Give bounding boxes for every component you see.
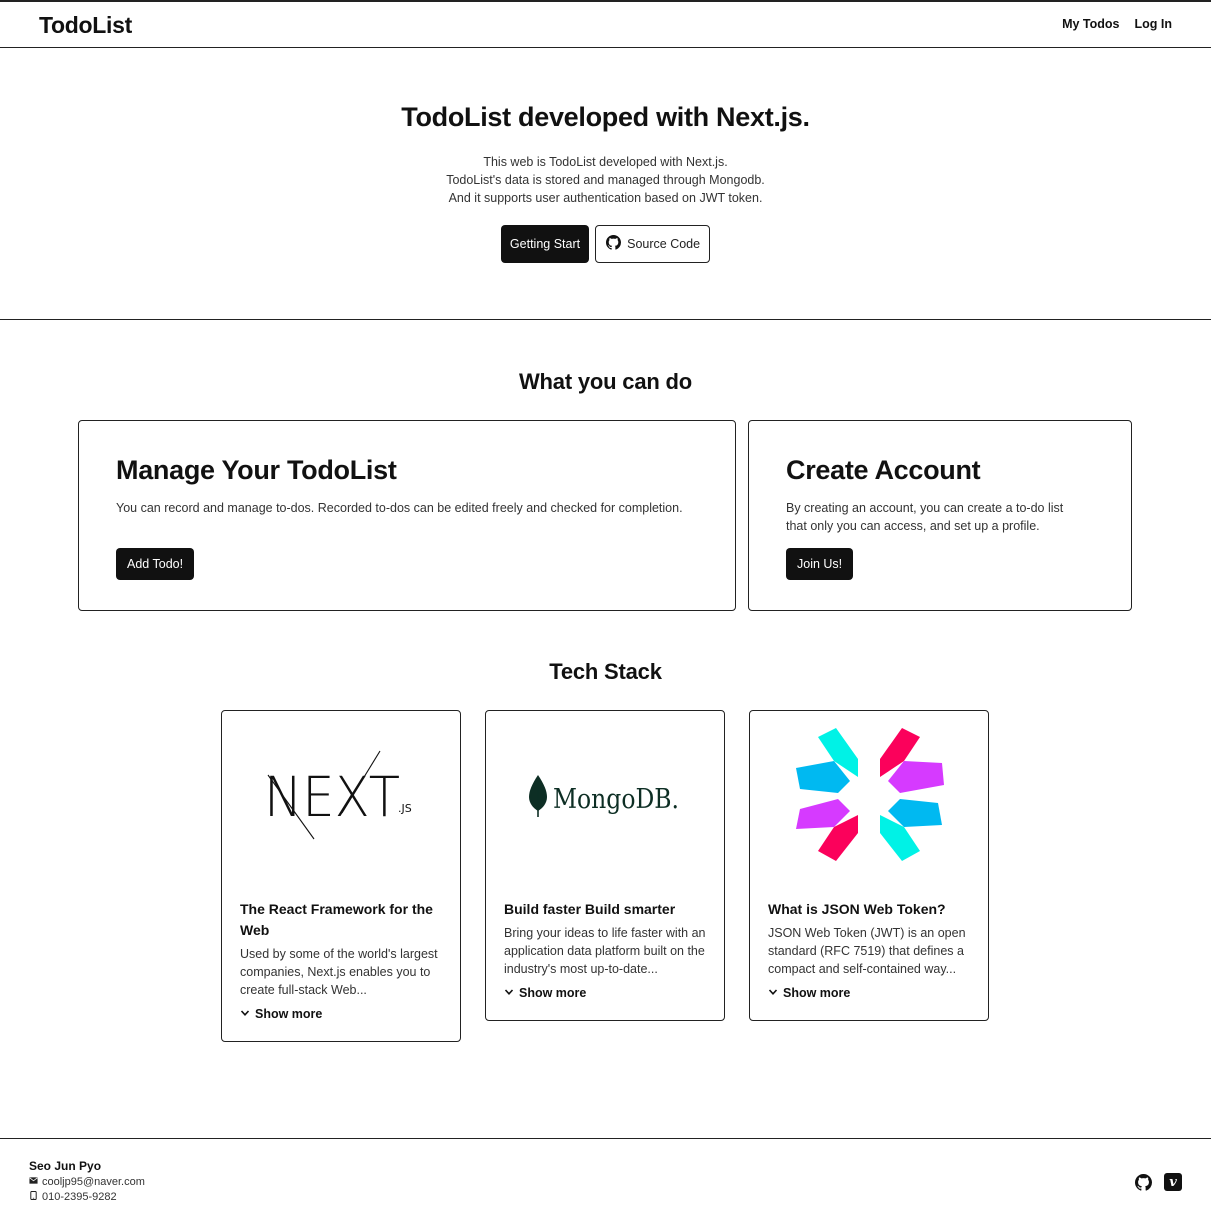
source-code-button[interactable]: Source Code [595,225,711,263]
feature-card-text-line: By creating an account, you can create a… [786,501,1064,515]
nextjs-logo-suffix: .JS [398,802,412,815]
tech-card-nextjs: NEXT .JS The React Framework for the Web… [221,710,461,1042]
feature-card-account: Create Account By creating an account, y… [748,420,1132,611]
tech-card-heading: Build faster Build smarter [504,901,676,917]
show-more-label: Show more [255,1007,323,1021]
show-more-button[interactable]: Show more [768,986,850,1000]
show-more-button[interactable]: Show more [504,986,586,1000]
tech-card-heading: What is JSON Web Token? [768,901,946,917]
jwt-logo-icon [750,711,988,891]
feature-card-text-line: that only you can access, and set up a p… [786,519,1040,533]
feature-card-text-line: You can record and manage to-dos. Record… [116,501,683,515]
mongodb-logo-wordmark: MongoDB. [553,784,679,815]
hero-description: This web is TodoList developed with Next… [0,153,1211,207]
chevron-down-icon [768,986,778,1000]
footer-name: Seo Jun Pyo [29,1159,102,1173]
nextjs-logo: NEXT .JS [222,711,460,891]
site-logo[interactable]: TodoList [39,12,132,39]
mail-icon [29,1176,38,1188]
tech-card-jwt: What is JSON Web Token? JSON Web Token (… [749,710,989,1021]
feature-card-manage: Manage Your TodoList You can record and … [78,420,736,611]
footer-email: cooljp95@naver.com [29,1176,145,1188]
feature-card-title: Create Account [786,455,981,485]
mongodb-logo: MongoDB. [486,711,724,891]
velog-icon[interactable]: v [1164,1173,1182,1191]
hero-title: TodoList developed with Next.js. [401,102,810,132]
nav-my-todos[interactable]: My Todos [1062,17,1119,31]
site-footer: Seo Jun Pyo cooljp95@naver.com 010-2395-… [0,1138,1211,1222]
hero-description-line: TodoList's data is stored and managed th… [446,173,765,187]
phone-icon [29,1190,38,1203]
feature-card-title: Manage Your TodoList [116,455,397,485]
feature-card-text: You can record and manage to-dos. Record… [116,499,683,517]
chevron-down-icon [240,1007,250,1021]
show-more-label: Show more [519,986,587,1000]
hero-section: TodoList developed with Next.js. This we… [0,48,1211,320]
mongodb-leaf-icon [529,775,547,817]
github-icon[interactable] [1135,1173,1152,1191]
features-title: What you can do [518,369,692,394]
main-nav: My Todos Log In [1062,17,1172,31]
tech-stack-title: Tech Stack [549,659,662,684]
footer-social: v [1135,1173,1182,1191]
nav-log-in[interactable]: Log In [1135,17,1173,31]
show-more-label: Show more [783,986,851,1000]
hero-description-line: And it supports user authentication base… [448,191,763,205]
source-code-label: Source Code [627,237,701,251]
getting-start-button[interactable]: Getting Start [500,225,590,263]
footer-phone: 010-2395-9282 [29,1190,117,1203]
tech-card-mongodb: MongoDB. Build faster Build smarter Brin… [485,710,725,1021]
tech-card-heading: The React Framework for the Web [240,901,433,938]
show-more-button[interactable]: Show more [240,1007,322,1021]
tech-card-body: Used by some of the world's largest comp… [240,947,438,997]
github-icon [606,235,622,253]
join-us-button[interactable]: Join Us! [786,548,854,580]
feature-card-text: By creating an account, you can create a… [786,499,1063,535]
chevron-down-icon [504,986,514,1000]
tech-card-body: JSON Web Token (JWT) is an open standard… [768,926,966,976]
site-header: TodoList My Todos Log In [0,2,1211,48]
add-todo-button[interactable]: Add Todo! [116,548,195,580]
footer-phone-text: 010-2395-9282 [42,1191,117,1203]
footer-email-text[interactable]: cooljp95@naver.com [42,1176,145,1188]
tech-card-body: Bring your ideas to life faster with an … [504,926,706,976]
hero-buttons: Getting Start Source Code [0,225,1211,263]
hero-description-line: This web is TodoList developed with Next… [483,155,728,169]
